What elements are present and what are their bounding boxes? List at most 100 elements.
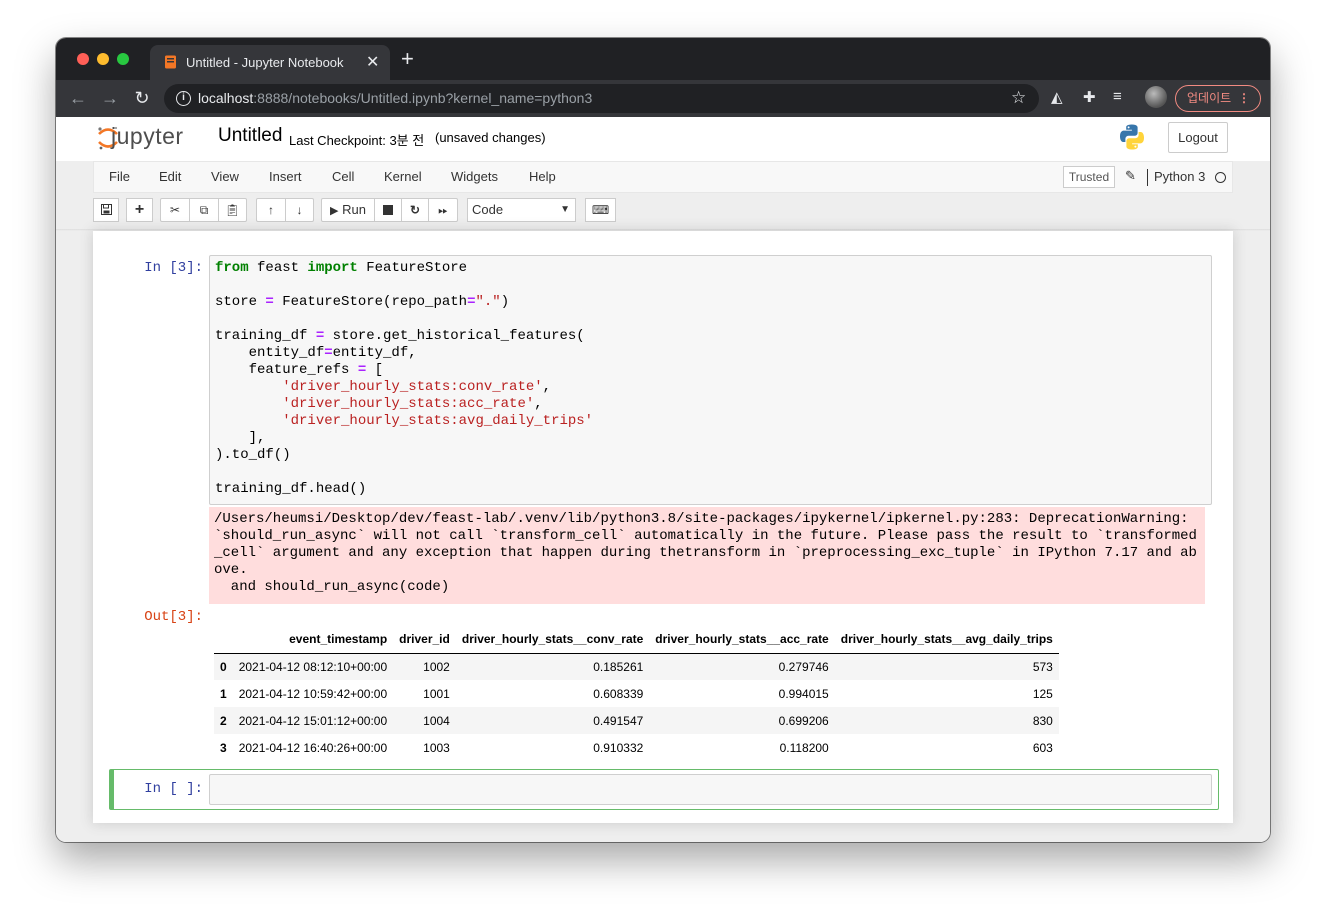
table-cell: 2021-04-12 10:59:42+00:00 xyxy=(238,686,388,701)
profile-avatar[interactable] xyxy=(1145,86,1167,108)
fast-forward-icon: ⏩︎ xyxy=(438,203,448,217)
media-queue-icon[interactable]: ≡ xyxy=(1113,88,1122,105)
input-prompt: In [3]: xyxy=(144,260,203,276)
reload-icon[interactable]: ↻ xyxy=(131,87,153,109)
maximize-window-button[interactable] xyxy=(117,53,129,65)
autosave-status: (unsaved changes) xyxy=(435,130,546,145)
arrow-down-icon: ↓ xyxy=(296,203,303,217)
table-cell: 1002 xyxy=(423,659,450,674)
browser-window: Untitled - Jupyter Notebook ✕ + ← → ↻ i … xyxy=(56,38,1270,842)
tab-title: Untitled - Jupyter Notebook xyxy=(186,55,344,70)
restart-run-all-button[interactable]: ⏩︎ xyxy=(428,198,458,222)
table-cell: 0.910332 xyxy=(593,740,644,755)
pencil-icon[interactable]: ✎ xyxy=(1125,168,1136,184)
menu-widgets[interactable]: Widgets xyxy=(451,169,498,184)
menu-file[interactable]: File xyxy=(109,169,130,184)
copy-button[interactable]: ⧉ xyxy=(189,198,219,222)
checkpoint-status: Last Checkpoint: 3분 전 xyxy=(289,133,425,148)
table-row: 1 2021-04-12 10:59:42+00:00 1001 0.60833… xyxy=(214,680,1059,707)
close-tab-icon[interactable]: ✕ xyxy=(366,52,379,72)
stderr-output: /Users/heumsi/Desktop/dev/feast-lab/.ven… xyxy=(209,507,1205,604)
input-prompt-empty: In [ ]: xyxy=(144,781,203,797)
menubar: File Edit View Insert Cell Kernel Widget… xyxy=(93,161,1233,193)
menu-help[interactable]: Help xyxy=(529,169,556,184)
clipboard-icon: 📋︎ xyxy=(224,203,241,217)
play-icon: ▶ xyxy=(330,205,339,217)
column-header: driver_hourly_stats__conv_rate xyxy=(455,625,650,654)
table-row: 0 2021-04-12 08:12:10+00:00 1002 0.18526… xyxy=(214,653,1059,680)
jupyter-page: jupyter Untitled Last Checkpoint: 3분 전 (… xyxy=(56,117,1270,842)
code-cell-input[interactable]: from feast import FeatureStore store = F… xyxy=(209,255,1212,505)
update-button[interactable]: 업데이트 ⋮ xyxy=(1175,85,1261,112)
table-cell: 0.118200 xyxy=(779,740,829,755)
new-tab-icon[interactable]: + xyxy=(401,48,414,70)
copy-icon: ⧉ xyxy=(199,203,209,217)
interrupt-button[interactable] xyxy=(374,198,402,222)
trusted-indicator[interactable]: Trusted xyxy=(1063,166,1115,188)
command-palette-button[interactable]: ⌨ xyxy=(585,198,616,222)
save-button[interactable] xyxy=(93,198,119,222)
url-text: localhost:8888/notebooks/Untitled.ipynb?… xyxy=(198,90,593,106)
menu-view[interactable]: View xyxy=(211,169,239,184)
empty-code-cell-input[interactable] xyxy=(209,774,1212,805)
table-cell: 1001 xyxy=(423,686,450,701)
row-index: 1 xyxy=(220,686,227,701)
code-text: from feast import FeatureStore store = F… xyxy=(215,260,594,497)
minimize-window-button[interactable] xyxy=(97,53,109,65)
jupyter-logo[interactable]: jupyter xyxy=(97,122,207,152)
forward-icon[interactable]: → xyxy=(99,87,121,109)
notebook-name[interactable]: Untitled xyxy=(218,125,282,147)
insert-cell-button[interactable]: + xyxy=(126,198,153,222)
tab-strip: Untitled - Jupyter Notebook ✕ + xyxy=(56,38,1270,80)
column-header: driver_hourly_stats__acc_rate xyxy=(649,625,835,654)
dataframe-table: event_timestamp driver_id driver_hourly_… xyxy=(214,625,1059,761)
menu-edit[interactable]: Edit xyxy=(159,169,181,184)
table-cell: 603 xyxy=(1032,740,1053,755)
table-cell: 0.699206 xyxy=(778,713,829,728)
restart-icon: ↻ xyxy=(409,203,421,217)
scissors-icon: ✂ xyxy=(169,203,181,217)
logout-button[interactable]: Logout xyxy=(1168,122,1228,153)
notebook-icon xyxy=(165,55,176,69)
plus-icon: + xyxy=(134,201,145,218)
cut-button[interactable]: ✂ xyxy=(160,198,190,222)
table-cell: 125 xyxy=(1032,686,1053,701)
save-icon xyxy=(100,204,112,215)
cell-type-select[interactable]: Code ▼ xyxy=(467,198,576,222)
extension-icon[interactable]: ◭ xyxy=(1051,88,1063,106)
menu-cell[interactable]: Cell xyxy=(332,169,354,184)
table-cell: 2021-04-12 15:01:12+00:00 xyxy=(238,713,388,728)
move-up-button[interactable]: ↑ xyxy=(256,198,286,222)
run-button[interactable]: ▶ Run xyxy=(321,198,375,222)
chevron-down-icon: ▼ xyxy=(560,204,570,215)
close-window-button[interactable] xyxy=(77,53,89,65)
site-info-icon[interactable]: i xyxy=(176,91,191,106)
stop-icon xyxy=(383,205,393,215)
kernel-divider xyxy=(1147,169,1148,186)
jupyter-header: jupyter Untitled Last Checkpoint: 3분 전 (… xyxy=(56,117,1270,161)
move-down-button[interactable]: ↓ xyxy=(285,198,314,222)
output-prompt: Out[3]: xyxy=(144,609,203,625)
table-cell: 830 xyxy=(1032,713,1053,728)
back-icon[interactable]: ← xyxy=(67,87,89,109)
keyboard-icon: ⌨ xyxy=(591,203,610,217)
table-header-row: event_timestamp driver_id driver_hourly_… xyxy=(214,625,1059,654)
column-header: driver_id xyxy=(393,625,456,654)
address-bar[interactable]: i localhost:8888/notebooks/Untitled.ipyn… xyxy=(164,84,1039,113)
table-cell: 0.185261 xyxy=(593,659,644,674)
table-cell: 0.608339 xyxy=(593,686,644,701)
menu-insert[interactable]: Insert xyxy=(269,169,302,184)
column-header xyxy=(214,625,233,654)
menu-kernel[interactable]: Kernel xyxy=(384,169,422,184)
puzzle-icon[interactable]: ✚ xyxy=(1083,88,1096,106)
row-index: 3 xyxy=(220,740,227,755)
bookmark-star-icon[interactable]: ☆ xyxy=(1011,88,1026,108)
table-cell: 1004 xyxy=(423,713,450,728)
arrow-up-icon: ↑ xyxy=(268,203,274,217)
browser-tab[interactable]: Untitled - Jupyter Notebook ✕ xyxy=(150,45,390,80)
paste-button[interactable]: 📋︎ xyxy=(218,198,247,222)
table-cell: 0.491547 xyxy=(593,713,644,728)
table-row: 3 2021-04-12 16:40:26+00:00 1003 0.91033… xyxy=(214,734,1059,761)
table-cell: 0.279746 xyxy=(778,659,829,674)
restart-button[interactable]: ↻ xyxy=(401,198,429,222)
